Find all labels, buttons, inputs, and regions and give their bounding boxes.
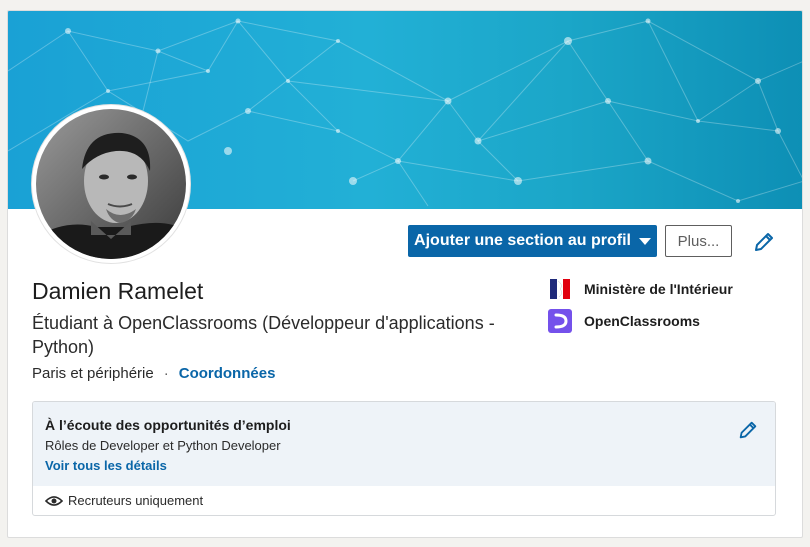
more-button-label: Plus...	[677, 232, 720, 250]
open-to-work-roles: Rôles de Developer et Python Developer	[45, 438, 281, 453]
pencil-icon[interactable]	[737, 419, 759, 441]
location-line: Paris et périphérie · Coordonnées	[32, 365, 275, 382]
contact-info-link[interactable]: Coordonnées	[179, 365, 276, 382]
caret-down-icon	[638, 237, 651, 245]
openclassrooms-logo	[548, 309, 572, 333]
visibility-line: Recruteurs uniquement	[45, 493, 203, 508]
company-name: Ministère de l'Intérieur	[584, 281, 733, 297]
location-text: Paris et périphérie	[32, 365, 154, 382]
pencil-icon[interactable]	[752, 230, 776, 254]
add-profile-section-button[interactable]: Ajouter une section au profil	[408, 225, 657, 257]
avatar[interactable]	[32, 105, 190, 263]
profile-photo	[36, 109, 186, 259]
eye-icon	[45, 495, 63, 506]
separator-dot: ·	[163, 365, 169, 382]
profile-name: Damien Ramelet	[32, 278, 204, 304]
add-profile-section-label: Ajouter une section au profil	[414, 232, 631, 249]
visibility-text: Recruteurs uniquement	[68, 493, 204, 508]
more-button[interactable]: Plus...	[665, 225, 732, 257]
open-to-work-card: À l’écoute des opportunités d’emploi Rôl…	[32, 401, 776, 516]
open-to-work-title: À l’écoute des opportunités d’emploi	[45, 417, 291, 433]
company-openclassrooms[interactable]: OpenClassrooms	[548, 309, 700, 333]
ministere-interieur-logo	[548, 277, 572, 301]
company-name: OpenClassrooms	[584, 313, 700, 329]
view-details-link[interactable]: Voir tous les détails	[45, 458, 167, 473]
profile-card: Ajouter une section au profil Plus... Da…	[7, 10, 803, 538]
company-ministere[interactable]: Ministère de l'Intérieur	[548, 277, 733, 301]
profile-headline: Étudiant à OpenClassrooms (Développeur d…	[32, 313, 495, 357]
